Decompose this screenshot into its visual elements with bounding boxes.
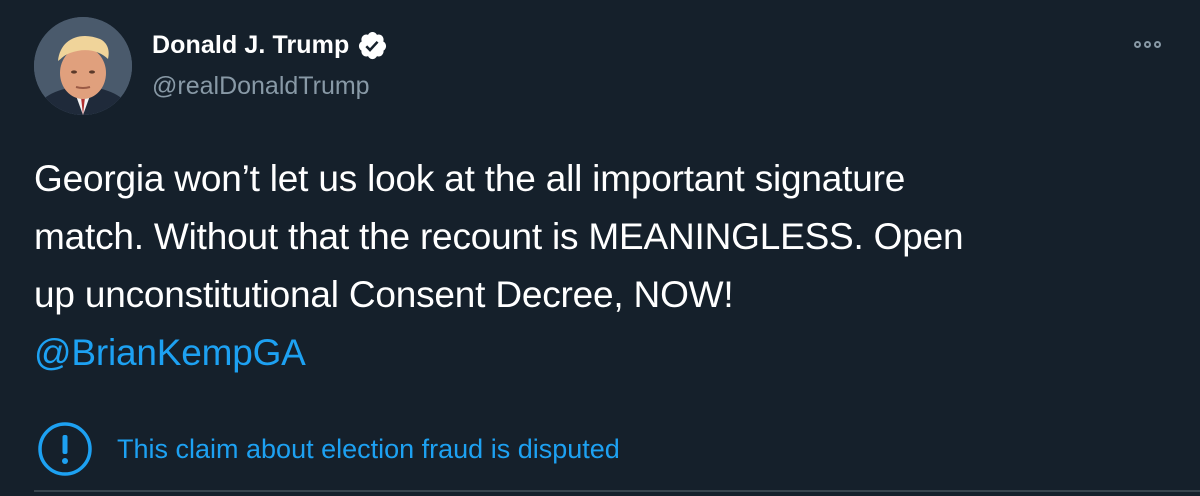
exclamation-circle-icon: [38, 422, 92, 476]
author-handle[interactable]: @realDonaldTrump: [152, 72, 370, 101]
tweet-text: Georgia won’t let us look at the all imp…: [34, 150, 1174, 382]
tweet-text-line: up unconstitutional Consent Decree, NOW!: [34, 274, 734, 315]
more-options-icon[interactable]: [1134, 36, 1168, 52]
more-dot: [1134, 40, 1141, 48]
author-name-row[interactable]: Donald J. Trump: [152, 30, 388, 61]
tweet-card: Donald J. Trump @realDonaldTrump Georgia…: [0, 0, 1200, 496]
disputed-claim-text[interactable]: This claim about election fraud is dispu…: [117, 434, 620, 465]
disputed-claim-notice[interactable]: This claim about election fraud is dispu…: [37, 421, 620, 477]
divider: [34, 490, 1200, 492]
profile-photo: [34, 17, 132, 115]
more-dot: [1144, 40, 1151, 48]
mention-link[interactable]: @BrianKempGA: [34, 324, 1174, 382]
more-dot: [1154, 40, 1161, 48]
verified-badge-icon: [357, 30, 388, 61]
tweet-text-line: Georgia won’t let us look at the all imp…: [34, 158, 906, 199]
tweet-text-line: match. Without that the recount is MEANI…: [34, 216, 964, 257]
avatar[interactable]: [34, 17, 132, 115]
display-name[interactable]: Donald J. Trump: [152, 31, 349, 60]
